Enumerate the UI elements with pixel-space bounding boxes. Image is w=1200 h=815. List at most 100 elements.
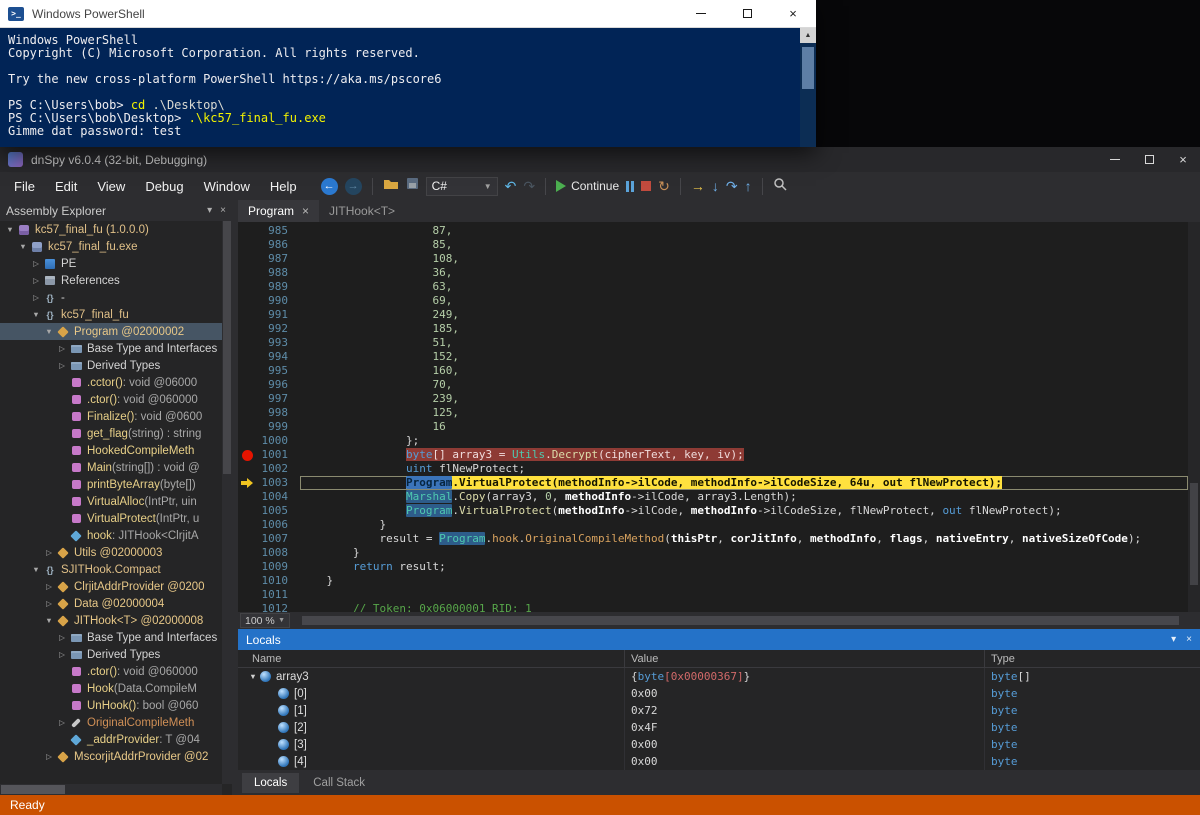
dn-maximize-button[interactable] [1132, 147, 1166, 172]
menu-view[interactable]: View [87, 174, 135, 199]
code-line[interactable]: 991 249, [238, 308, 1188, 322]
code-line[interactable]: 993 51, [238, 336, 1188, 350]
tree-item[interactable]: ▼SJITHook.Compact [0, 561, 222, 578]
expander-icon[interactable]: ▷ [56, 718, 68, 727]
code-line[interactable]: 1000 }; [238, 434, 1188, 448]
code-line[interactable]: 1004 Marshal.Copy(array3, 0, methodInfo-… [238, 490, 1188, 504]
language-select[interactable]: C#▼ [426, 177, 498, 196]
code-line[interactable]: 985 87, [238, 224, 1188, 238]
ps-scrollbar-thumb[interactable] [802, 47, 814, 89]
code-line[interactable]: 1012 // Token: 0x06000001 RID: 1 [238, 602, 1188, 612]
glyph-margin[interactable] [238, 450, 256, 461]
code-line[interactable]: 1011 [238, 588, 1188, 602]
expander-icon[interactable]: ▷ [43, 599, 55, 608]
tree-item[interactable]: UnHook() : bool @060 [0, 697, 222, 714]
tree-item[interactable]: ▷OriginalCompileMeth [0, 714, 222, 731]
column-header-type[interactable]: Type [985, 650, 1200, 667]
expander-icon[interactable]: ▷ [56, 633, 68, 642]
code-line[interactable]: 989 63, [238, 280, 1188, 294]
zoom-select[interactable]: 100 % ▼ [240, 613, 290, 628]
restart-icon[interactable]: ↻ [658, 179, 670, 193]
tree-item[interactable]: ▷References [0, 272, 222, 289]
code-line[interactable]: 997 239, [238, 392, 1188, 406]
nav-forward-icon[interactable]: → [345, 178, 362, 195]
tree-item[interactable]: .cctor() : void @06000 [0, 374, 222, 391]
tree-item[interactable]: hook : JITHook<ClrjitA [0, 527, 222, 544]
scrollbar-thumb[interactable] [1190, 483, 1198, 584]
locals-row[interactable]: ▼array3{byte[0x00000367]}byte[] [238, 668, 1200, 685]
chevron-down-icon[interactable]: ▾ [207, 205, 212, 216]
code-line[interactable]: 996 70, [238, 378, 1188, 392]
expander-icon[interactable]: ▷ [30, 259, 42, 268]
menu-help[interactable]: Help [260, 174, 307, 199]
ps-close-button[interactable]: × [770, 0, 816, 27]
nav-back-icon[interactable]: ← [321, 178, 338, 195]
pause-button[interactable] [626, 181, 634, 192]
tree-item[interactable]: ▷Derived Types [0, 646, 222, 663]
tree-item[interactable]: Hook(Data.CompileM [0, 680, 222, 697]
expander-icon[interactable]: ▷ [30, 276, 42, 285]
search-icon[interactable] [773, 177, 787, 196]
code-line[interactable]: 1009 return result; [238, 560, 1188, 574]
expander-icon[interactable]: ▼ [43, 616, 55, 625]
dnspy-titlebar[interactable]: dnSpy v6.0.4 (32-bit, Debugging) × [0, 147, 1200, 172]
tree-item[interactable]: ▷Derived Types [0, 357, 222, 374]
breakpoint-icon[interactable] [242, 450, 253, 461]
tree-item[interactable]: ▷Utils @02000003 [0, 544, 222, 561]
powershell-titlebar[interactable]: >_ Windows PowerShell × [0, 0, 816, 28]
tree-item[interactable]: VirtualProtect(IntPtr, u [0, 510, 222, 527]
chevron-down-icon[interactable]: ▾ [1171, 634, 1176, 645]
tree-item[interactable]: ▷- [0, 289, 222, 306]
code-line[interactable]: 1007 result = Program.hook.OriginalCompi… [238, 532, 1188, 546]
stop-button[interactable] [641, 181, 651, 191]
editor-horizontal-scrollbar[interactable] [293, 615, 1197, 626]
tree-item[interactable]: ▼kc57_final_fu [0, 306, 222, 323]
expander-icon[interactable]: ▷ [43, 752, 55, 761]
tree-item[interactable]: ▷ClrjitAddrProvider @0200 [0, 578, 222, 595]
open-file-icon[interactable] [383, 177, 399, 195]
locals-row[interactable]: [3]0x00byte [238, 736, 1200, 753]
tab-call-stack[interactable]: Call Stack [301, 773, 377, 793]
code-line[interactable]: 998 125, [238, 406, 1188, 420]
scroll-up-icon[interactable]: ▲ [800, 28, 816, 43]
expander-icon[interactable]: ▷ [56, 344, 68, 353]
dn-minimize-button[interactable] [1098, 147, 1132, 172]
scrollbar-thumb[interactable] [302, 616, 1179, 625]
expander-icon[interactable]: ▷ [56, 650, 68, 659]
tree-horizontal-scrollbar[interactable] [0, 784, 222, 795]
expander-icon[interactable]: ▷ [43, 582, 55, 591]
tree-item[interactable]: get_flag(string) : string [0, 425, 222, 442]
code-line[interactable]: 994 152, [238, 350, 1188, 364]
menu-debug[interactable]: Debug [135, 174, 193, 199]
tree-item[interactable]: .ctor() : void @060000 [0, 391, 222, 408]
code-line[interactable]: 1003 Program.VirtualProtect(methodInfo->… [238, 476, 1188, 490]
code-line[interactable]: 986 85, [238, 238, 1188, 252]
locals-row[interactable]: [4]0x00byte [238, 753, 1200, 770]
tree-item[interactable]: ▷Data @02000004 [0, 595, 222, 612]
scrollbar-thumb[interactable] [223, 221, 231, 474]
code-line[interactable]: 1002 uint flNewProtect; [238, 462, 1188, 476]
glyph-margin[interactable] [238, 478, 256, 488]
code-line[interactable]: 1005 Program.VirtualProtect(methodInfo->… [238, 504, 1188, 518]
step-over-icon[interactable]: ↷ [726, 179, 738, 193]
tree-item[interactable]: ▷Base Type and Interfaces [0, 340, 222, 357]
expander-icon[interactable]: ▼ [246, 672, 260, 681]
continue-button[interactable]: Continue [556, 179, 619, 193]
code-line[interactable]: 1008 } [238, 546, 1188, 560]
close-icon[interactable]: × [302, 204, 309, 218]
scrollbar-thumb[interactable] [1, 785, 65, 794]
ps-maximize-button[interactable] [724, 0, 770, 27]
tab-jithook[interactable]: JITHook<T> [319, 200, 405, 222]
expander-icon[interactable]: ▼ [30, 310, 42, 319]
menu-window[interactable]: Window [194, 174, 260, 199]
locals-row[interactable]: [2]0x4Fbyte [238, 719, 1200, 736]
expander-icon[interactable]: ▷ [30, 293, 42, 302]
assembly-explorer-header[interactable]: Assembly Explorer ▾ × [0, 200, 232, 221]
redo-icon[interactable]: ↷ [523, 179, 535, 193]
expander-icon[interactable]: ▼ [30, 565, 42, 574]
code-line[interactable]: 992 185, [238, 322, 1188, 336]
code-line[interactable]: 1010 } [238, 574, 1188, 588]
column-header-name[interactable]: Name [238, 650, 625, 667]
tree-item[interactable]: Finalize() : void @0600 [0, 408, 222, 425]
tree-item[interactable]: ▼kc57_final_fu (1.0.0.0) [0, 221, 222, 238]
